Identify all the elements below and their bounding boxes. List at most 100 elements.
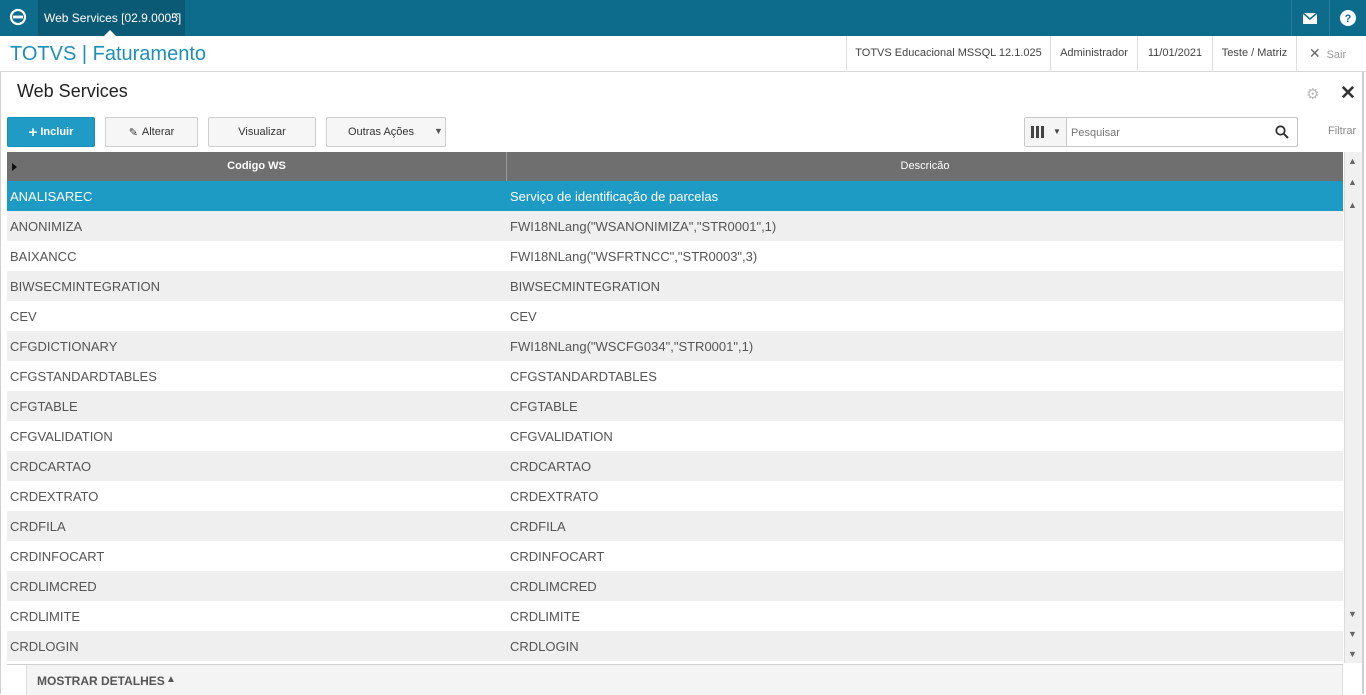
cell-descricao: CFGVALIDATION	[510, 429, 613, 444]
table-row[interactable]: CEV CEV	[7, 301, 1343, 331]
cell-codigo: BAIXANCC	[10, 249, 77, 264]
cell-descricao: CRDCARTAO	[510, 459, 592, 474]
tab-title: Web Services [02.9.0005]	[44, 11, 182, 25]
cell-codigo: CEV	[10, 309, 37, 324]
mail-icon[interactable]	[1291, 0, 1328, 36]
chevron-down-icon: ▼	[1053, 127, 1061, 136]
gear-icon[interactable]: ⚙	[1306, 85, 1319, 103]
chevron-up-icon: ▲	[166, 674, 176, 685]
column-header-codigo[interactable]: Codigo WS	[7, 152, 507, 181]
cell-codigo: BIWSECMINTEGRATION	[10, 279, 160, 294]
top-bar: Web Services [02.9.0005] × ?	[0, 0, 1366, 36]
page-title: Web Services	[17, 81, 128, 101]
table-row[interactable]: CRDEXTRATO CRDEXTRATO	[7, 481, 1343, 511]
cell-descricao: FWI18NLang("WSCFG034","STR0001",1)	[510, 339, 754, 354]
column-header-descricao[interactable]: Descricão	[507, 152, 1343, 181]
cell-codigo: CFGDICTIONARY	[10, 339, 118, 354]
scroll-bottom-icon[interactable]: ▼	[1348, 649, 1357, 659]
show-details-button[interactable]: MOSTRAR DETALHES ▲	[26, 665, 1343, 695]
cell-codigo: CRDFILA	[10, 519, 66, 534]
cell-codigo: CFGSTANDARDTABLES	[10, 369, 157, 384]
table-row[interactable]: BIWSECMINTEGRATION BIWSECMINTEGRATION	[7, 271, 1343, 301]
table-row[interactable]: CRDLOGIN CRDLOGIN	[7, 631, 1343, 661]
cell-descricao: BIWSECMINTEGRATION	[510, 279, 660, 294]
date-info: 11/01/2021	[1137, 36, 1212, 71]
columns-icon	[1031, 126, 1044, 138]
cell-codigo: ANONIMIZA	[10, 219, 83, 234]
table-row[interactable]: CFGTABLE CFGTABLE	[7, 391, 1343, 421]
include-label: Incluir	[40, 126, 74, 138]
tab-close-icon[interactable]: ×	[173, 10, 179, 22]
environment-info: TOTVS Educacional MSSQL 12.1.025	[846, 36, 1050, 71]
cell-descricao: CRDFILA	[510, 519, 566, 534]
table-row[interactable]: CFGSTANDARDTABLES CFGSTANDARDTABLES	[7, 361, 1343, 391]
tab-web-services[interactable]: Web Services [02.9.0005] ×	[38, 0, 185, 36]
details-bar: MOSTRAR DETALHES ▲	[7, 664, 1343, 695]
table-row[interactable]: CRDFILA CRDFILA	[7, 511, 1343, 541]
include-button[interactable]: + Incluir	[7, 117, 95, 147]
svg-text:?: ?	[1345, 13, 1352, 25]
cell-codigo: CFGTABLE	[10, 399, 78, 414]
table-row[interactable]: CFGDICTIONARY FWI18NLang("WSCFG034","STR0…	[7, 331, 1343, 361]
table-row[interactable]: CRDLIMITE CRDLIMITE	[7, 601, 1343, 631]
cell-descricao: CRDINFOCART	[510, 549, 605, 564]
cell-descricao: CRDLOGIN	[510, 639, 579, 654]
user-info: Administrador	[1050, 36, 1137, 71]
table-row[interactable]: CFGVALIDATION CFGVALIDATION	[7, 421, 1343, 451]
app-title: TOTVS | Faturamento	[10, 43, 207, 65]
cell-descricao: CRDLIMCRED	[510, 579, 597, 594]
table-row[interactable]: CRDCARTAO CRDCARTAO	[7, 451, 1343, 481]
table-row[interactable]: ANONIMIZA FWI18NLang("WSANONIMIZA","STR00…	[7, 211, 1343, 241]
table-row[interactable]: CRDINFOCART CRDINFOCART	[7, 541, 1343, 571]
search-input[interactable]	[1069, 122, 1273, 144]
exit-button[interactable]: ✕ Sair	[1296, 36, 1358, 71]
cell-descricao: CFGSTANDARDTABLES	[510, 369, 657, 384]
alter-label: Alterar	[141, 126, 175, 138]
other-actions-label: Outras Ações	[348, 126, 415, 138]
scroll-page-up-icon[interactable]: ▲	[1348, 177, 1357, 187]
column-selector[interactable]: ▼	[1025, 118, 1067, 146]
exit-label: Sair	[1326, 49, 1347, 61]
scroll-down-icon[interactable]: ▼	[1348, 609, 1357, 619]
table-row[interactable]: CRDLIMCRED CRDLIMCRED	[7, 571, 1343, 601]
table-body: ANALISAREC Serviço de identificação de pa…	[7, 181, 1343, 661]
totvs-logo-icon[interactable]	[9, 8, 27, 26]
scroll-page-down-icon[interactable]: ▼	[1348, 629, 1357, 639]
view-button[interactable]: Visualizar	[208, 117, 316, 147]
vertical-scrollbar[interactable]: ▲ ▲ ▲ ▼ ▼ ▼	[1344, 152, 1362, 663]
show-details-label: MOSTRAR DETALHES	[37, 674, 165, 688]
cell-descricao: CRDEXTRATO	[510, 489, 599, 504]
company-info[interactable]: Teste / Matriz	[1212, 36, 1296, 71]
cell-codigo: CRDINFOCART	[10, 549, 105, 564]
search-icon[interactable]	[1275, 125, 1289, 139]
scroll-up-icon[interactable]: ▲	[1348, 200, 1357, 210]
app-header: TOTVS | Faturamento TOTVS Educacional MS…	[0, 36, 1366, 72]
table-row[interactable]: BAIXANCC FWI18NLang("WSFRTNCC","STR0003",…	[7, 241, 1343, 271]
cell-descricao: FWI18NLang("WSFRTNCC","STR0003",3)	[510, 249, 758, 264]
alter-button[interactable]: ✎ Alterar	[105, 117, 198, 147]
cell-descricao: CEV	[510, 309, 537, 324]
cell-codigo: CRDLIMCRED	[10, 579, 97, 594]
close-icon[interactable]: ✕	[1340, 82, 1356, 105]
table-row[interactable]: ANALISAREC Serviço de identificação de pa…	[7, 181, 1343, 211]
cell-codigo: CRDCARTAO	[10, 459, 92, 474]
scroll-top-icon[interactable]: ▲	[1348, 156, 1357, 166]
table-header: Codigo WS Descricão	[7, 152, 1343, 181]
cell-descricao: CFGTABLE	[510, 399, 578, 414]
pencil-icon: ✎	[128, 126, 138, 139]
close-icon: ✕	[1308, 45, 1321, 61]
cell-descricao: Serviço de identificação de parcelas	[510, 189, 719, 204]
search-box[interactable]: ▼	[1024, 117, 1298, 147]
filter-link[interactable]: Filtrar	[1328, 125, 1356, 137]
cell-codigo: CRDLIMITE	[10, 609, 81, 624]
cell-codigo: CRDEXTRATO	[10, 489, 99, 504]
view-label: Visualizar	[238, 126, 286, 138]
other-actions-button[interactable]: Outras Ações ▼	[326, 117, 446, 147]
help-icon[interactable]: ?	[1329, 0, 1366, 36]
cell-descricao: CRDLIMITE	[510, 609, 581, 624]
cell-descricao: FWI18NLang("WSANONIMIZA","STR0001",1)	[510, 219, 777, 234]
chevron-down-icon: ▼	[434, 126, 443, 136]
web-services-table: Codigo WS Descricão ANALISAREC Serviço de…	[7, 152, 1343, 661]
cell-codigo: CFGVALIDATION	[10, 429, 113, 444]
cell-codigo: CRDLOGIN	[10, 639, 79, 654]
